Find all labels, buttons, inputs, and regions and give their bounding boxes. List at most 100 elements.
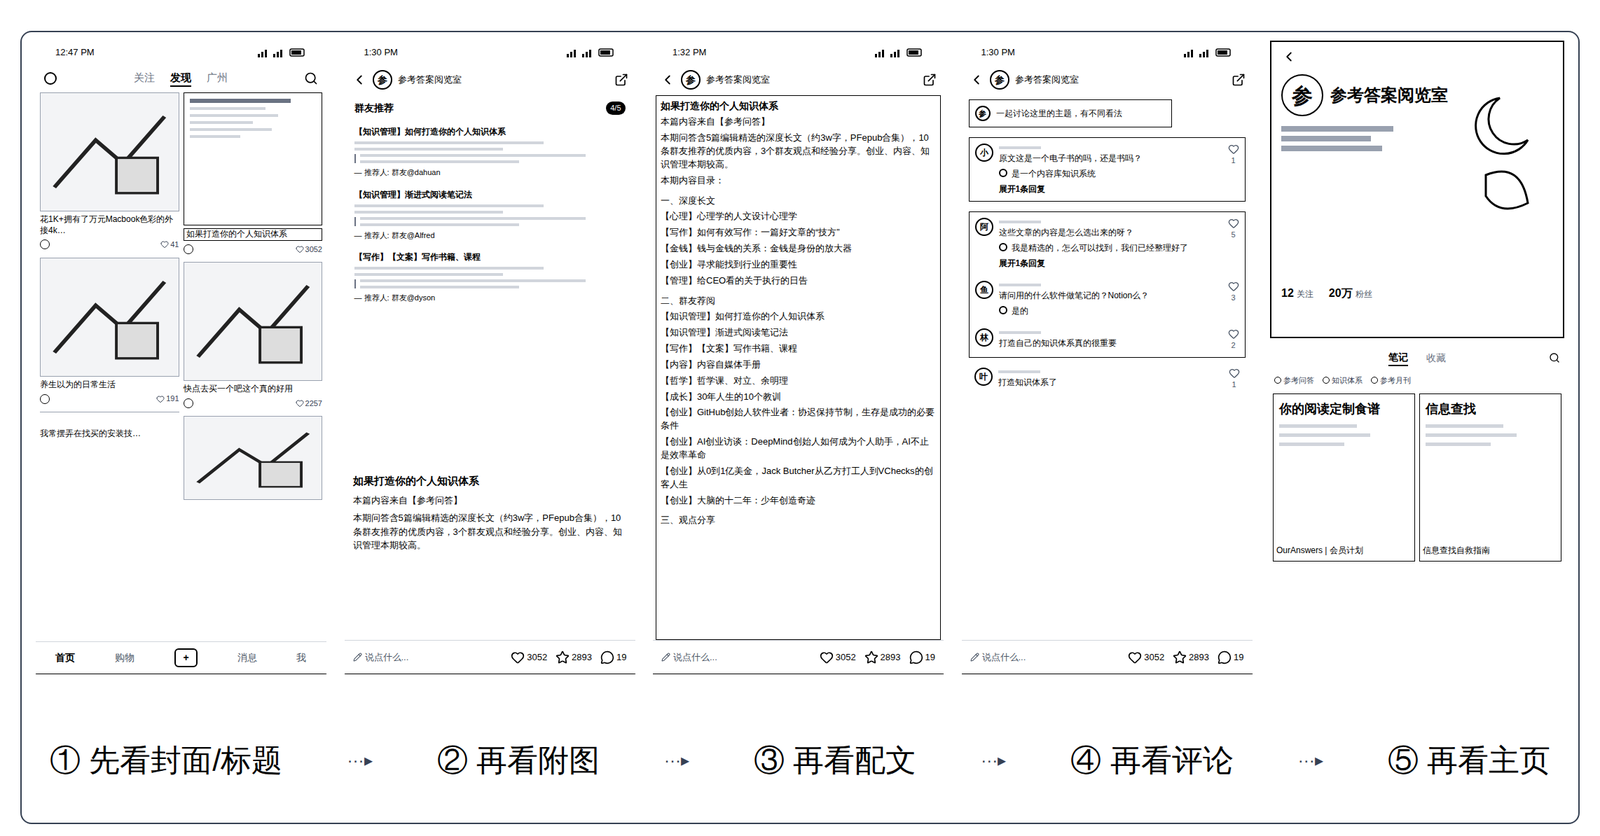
- avatar[interactable]: 参: [680, 70, 701, 90]
- nav-tab[interactable]: 发现: [170, 70, 192, 88]
- sketch-icon: [40, 93, 179, 211]
- back-icon[interactable]: [968, 72, 985, 88]
- screenshot-cover[interactable]: [183, 92, 323, 226]
- note-source: 本篇内容来自【参考问答】: [353, 493, 627, 508]
- share-icon[interactable]: [922, 72, 937, 87]
- card-title: 信息查找自救指南: [1419, 544, 1561, 562]
- note-card[interactable]: 你的阅读定制食谱OurAnswers | 会员计划: [1272, 393, 1416, 562]
- back-icon[interactable]: [1281, 49, 1297, 65]
- comment-button[interactable]: 19: [600, 650, 627, 665]
- comment-input[interactable]: 说点什么...: [661, 650, 812, 665]
- profile-tab[interactable]: 笔记: [1388, 350, 1409, 367]
- expand-replies[interactable]: 展开1条回复: [998, 257, 1223, 270]
- pinned-comment[interactable]: 参一起讨论这里的主题，有不同看法: [968, 99, 1172, 128]
- tab-bar-item[interactable]: 消息: [237, 650, 258, 666]
- heart-icon[interactable]: [1228, 280, 1240, 293]
- author-name[interactable]: 参考答案阅览室: [1015, 72, 1226, 87]
- avatar[interactable]: 林: [975, 328, 994, 347]
- card-title[interactable]: 养生以为的日常生活: [39, 379, 180, 391]
- card-title[interactable]: 我常摆弄在找买的安装技…: [39, 428, 180, 440]
- step-caption: ③ 再看配文: [753, 737, 917, 784]
- menu-icon[interactable]: [44, 72, 57, 85]
- author-name[interactable]: 参考答案阅览室: [706, 72, 917, 87]
- note-header: 参参考答案阅览室: [344, 64, 636, 96]
- share-icon[interactable]: [1231, 72, 1246, 87]
- comment[interactable]: 鱼请问用的什么软件做笔记的？Notion么？是的3: [975, 280, 1240, 318]
- stat[interactable]: 20万粉丝: [1328, 285, 1373, 302]
- note-card[interactable]: 信息查找信息查找自救指南: [1419, 393, 1562, 562]
- feed-card[interactable]: 养生以为的日常生活191: [39, 257, 180, 405]
- filter-chip[interactable]: 知识体系: [1322, 374, 1363, 387]
- nav-tab[interactable]: 广州: [206, 70, 228, 88]
- heart-icon[interactable]: [295, 399, 305, 408]
- avatar[interactable]: 参: [975, 105, 991, 122]
- avatar[interactable]: 叶: [974, 367, 993, 386]
- author-name[interactable]: 参考答案阅览室: [397, 72, 609, 87]
- note-image[interactable]: 群友推荐4/5【知识管理】如何打造你的个人知识体系— 推荐人: 群友@dahua…: [344, 95, 636, 474]
- feed-card[interactable]: 花1K+拥有了万元Macbook色彩的外接4k…41: [39, 92, 180, 251]
- heart-icon[interactable]: [1228, 143, 1240, 155]
- profile-tab[interactable]: 收藏: [1426, 350, 1446, 366]
- comment[interactable]: 阿这些文章的内容是怎么选出来的呀？我是精选的，怎么可以找到，我们已经整理好了展开…: [975, 217, 1240, 270]
- avatar[interactable]: 阿: [975, 217, 994, 237]
- avatar[interactable]: 参: [372, 70, 393, 90]
- heart-icon[interactable]: [1228, 217, 1240, 230]
- text-screen: 1:32 PM参参考答案阅览室如果打造你的个人知识体系本篇内容来自【参考问答】本…: [652, 40, 944, 675]
- card-footer: 3052: [183, 243, 323, 256]
- add-button[interactable]: +: [174, 648, 197, 668]
- card-title[interactable]: 快点去买一个吧这个真的好用: [183, 383, 323, 396]
- heart-icon[interactable]: [160, 240, 169, 249]
- feed: 花1K+拥有了万元Macbook色彩的外接4k…41养生以为的日常生活191 我常…: [35, 92, 327, 642]
- frame: 12:47 PM关注发现广州花1K+拥有了万元Macbook色彩的外接4k…41…: [20, 30, 1580, 825]
- back-icon[interactable]: [351, 72, 368, 88]
- avatar[interactable]: 参: [1281, 74, 1324, 117]
- heart-icon[interactable]: [1228, 367, 1240, 379]
- card-title: OurAnswers | 会员计划: [1273, 544, 1415, 562]
- text-item: 【创业】从0到1亿美金，Jack Butcher从乙方打工人到VChecks的创…: [660, 465, 936, 492]
- stat[interactable]: 12关注: [1281, 285, 1314, 302]
- card-title[interactable]: 如果打造你的个人知识体系: [183, 228, 323, 241]
- star-button[interactable]: 2893: [555, 650, 592, 665]
- comment-input[interactable]: 说点什么...: [970, 650, 1121, 665]
- comment[interactable]: 小原文这是一个电子书的吗，还是书吗？是一个内容库知识系统展开1条回复1: [975, 143, 1240, 196]
- signal-battery-icon: [257, 47, 307, 58]
- heart-icon[interactable]: [156, 395, 165, 404]
- filter-chip[interactable]: 参考月刊: [1370, 374, 1411, 387]
- photo[interactable]: [183, 416, 323, 501]
- like-button[interactable]: 3052: [510, 650, 548, 665]
- nav-tab[interactable]: 关注: [133, 70, 155, 88]
- heart-icon[interactable]: [295, 245, 305, 254]
- filter-chip[interactable]: 参考问答: [1274, 374, 1315, 387]
- tab-bar-item[interactable]: 购物: [114, 650, 135, 666]
- back-icon[interactable]: [659, 72, 676, 88]
- comment[interactable]: 林打造自己的知识体系真的很重要2: [975, 328, 1240, 352]
- heart-icon[interactable]: [1228, 328, 1240, 340]
- comment[interactable]: 叶打造知识体系了1: [974, 367, 1240, 391]
- like-button[interactable]: 3052: [819, 650, 857, 665]
- comment-likes: 1: [1231, 378, 1236, 391]
- signal-battery-icon: [874, 47, 924, 58]
- photo[interactable]: [183, 261, 323, 382]
- share-icon[interactable]: [614, 72, 629, 87]
- tab-bar-item[interactable]: 首页: [55, 650, 75, 666]
- card-title[interactable]: 花1K+拥有了万元Macbook色彩的外接4k…: [39, 214, 180, 237]
- pencil-icon: [970, 652, 980, 662]
- photo[interactable]: [39, 92, 180, 212]
- comment-input[interactable]: 说点什么...: [353, 650, 503, 665]
- avatar[interactable]: 鱼: [975, 280, 994, 300]
- feed-card[interactable]: 快点去买一个吧这个真的好用2257: [183, 261, 323, 410]
- comment-button[interactable]: 19: [1217, 650, 1244, 665]
- expand-replies[interactable]: 展开1条回复: [998, 182, 1223, 196]
- star-button[interactable]: 2893: [1172, 650, 1210, 665]
- avatar[interactable]: 参: [989, 70, 1010, 90]
- star-button[interactable]: 2893: [864, 650, 901, 665]
- avatar[interactable]: 小: [975, 143, 994, 162]
- photo[interactable]: [39, 257, 180, 377]
- search-icon[interactable]: [1548, 352, 1561, 364]
- tab-bar-item[interactable]: 我: [296, 650, 307, 666]
- comment-button[interactable]: 19: [909, 650, 936, 665]
- feed-card[interactable]: 我常摆弄在找买的安装技…0: [39, 411, 180, 440]
- feed-card[interactable]: 如果打造你的个人知识体系 3052: [183, 92, 323, 255]
- like-button[interactable]: 3052: [1127, 650, 1165, 665]
- search-icon[interactable]: [304, 71, 319, 86]
